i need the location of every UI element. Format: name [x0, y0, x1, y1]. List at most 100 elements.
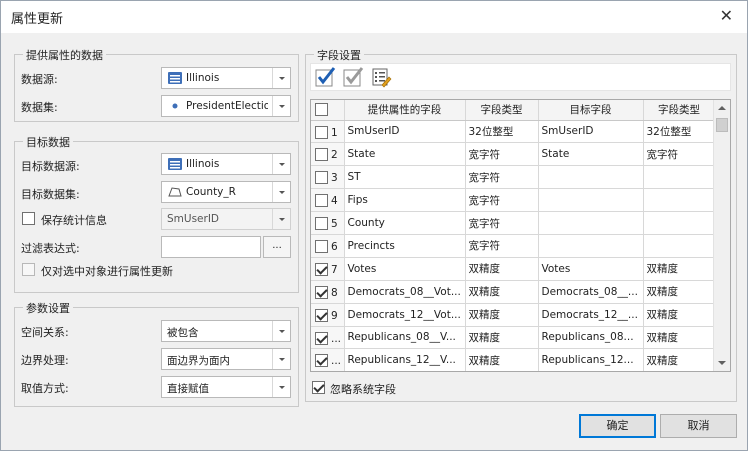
header-select-checkbox[interactable]: [315, 103, 328, 116]
select-all-icon[interactable]: [314, 66, 336, 88]
target-datasource-combo[interactable]: Illinois: [161, 153, 291, 175]
row-header[interactable]: 2: [311, 142, 345, 167]
scroll-up-icon[interactable]: [718, 106, 726, 110]
table-cell[interactable]: County: [344, 211, 466, 235]
table-cell[interactable]: Fips: [344, 188, 466, 213]
table-cell[interactable]: Republicans_12__V...: [344, 348, 466, 371]
scroll-thumb[interactable]: [716, 118, 728, 132]
table-cell[interactable]: Democrats_12__...: [538, 303, 644, 327]
table-row[interactable]: 6 Precincts 宽字符: [311, 234, 716, 258]
unselect-all-icon[interactable]: [342, 66, 364, 88]
row-checkbox[interactable]: [315, 217, 328, 231]
row-header[interactable]: 6: [311, 234, 345, 258]
table-cell[interactable]: Democrats_08__...: [538, 280, 644, 304]
row-checkbox[interactable]: [315, 354, 328, 368]
table-cell[interactable]: 32位整型: [465, 120, 539, 144]
table-cell[interactable]: 宽字符: [465, 234, 539, 258]
filter-input[interactable]: [161, 236, 261, 258]
table-cell[interactable]: [643, 165, 716, 190]
header-select-cell[interactable]: [311, 100, 345, 121]
row-checkbox[interactable]: [315, 194, 328, 208]
table-cell[interactable]: Democrats_08__Vot...: [344, 280, 466, 304]
table-row[interactable]: ... Republicans_08__V... 双精度 Republicans_08…: [311, 326, 716, 350]
row-checkbox[interactable]: [315, 262, 328, 276]
row-checkbox[interactable]: [315, 125, 328, 139]
table-cell[interactable]: 双精度: [465, 326, 539, 350]
row-checkbox[interactable]: [315, 285, 328, 299]
chevron-down-icon[interactable]: [272, 209, 290, 229]
table-row[interactable]: 3 ST 宽字符: [311, 165, 716, 190]
table-cell[interactable]: [538, 188, 644, 213]
table-cell[interactable]: [538, 234, 644, 258]
table-cell[interactable]: State: [538, 142, 644, 167]
table-row[interactable]: 2 State 宽字符 State 宽字符: [311, 142, 716, 167]
chevron-down-icon[interactable]: [272, 154, 290, 174]
table-row[interactable]: 5 County 宽字符: [311, 211, 716, 235]
table-cell[interactable]: 双精度: [643, 303, 716, 327]
row-checkbox[interactable]: [315, 148, 328, 162]
row-header[interactable]: 3: [311, 165, 345, 190]
column-header[interactable]: 字段类型: [643, 100, 716, 121]
table-cell[interactable]: 双精度: [465, 303, 539, 327]
stats-field-combo[interactable]: SmUserID: [161, 208, 291, 230]
table-cell[interactable]: 双精度: [465, 280, 539, 304]
table-cell[interactable]: Precincts: [344, 234, 466, 258]
row-header[interactable]: 9: [311, 303, 345, 327]
table-row[interactable]: 7 Votes 双精度 Votes 双精度: [311, 257, 716, 281]
table-cell[interactable]: [538, 211, 644, 235]
chevron-down-icon[interactable]: [272, 321, 290, 341]
table-cell[interactable]: 双精度: [465, 257, 539, 281]
table-row[interactable]: 1 SmUserID 32位整型 SmUserID 32位整型: [311, 120, 716, 144]
column-header[interactable]: 目标字段: [538, 100, 644, 121]
table-cell[interactable]: [643, 211, 716, 235]
row-checkbox[interactable]: [315, 308, 328, 322]
ignore-system-fields-checkbox[interactable]: [312, 381, 325, 394]
filter-expression-button[interactable]: ...: [263, 236, 291, 258]
table-cell[interactable]: 双精度: [643, 280, 716, 304]
table-cell[interactable]: [643, 188, 716, 213]
table-row[interactable]: 4 Fips 宽字符: [311, 188, 716, 213]
selected-only-checkbox[interactable]: [22, 263, 35, 276]
chevron-down-icon[interactable]: [272, 182, 290, 202]
table-cell[interactable]: 宽字符: [643, 142, 716, 167]
table-cell[interactable]: SmUserID: [344, 120, 466, 144]
chevron-down-icon[interactable]: [272, 68, 290, 88]
table-cell[interactable]: 宽字符: [465, 188, 539, 213]
row-header[interactable]: ...: [311, 348, 345, 371]
table-cell[interactable]: 双精度: [643, 326, 716, 350]
row-header[interactable]: 1: [311, 120, 345, 144]
table-cell[interactable]: [643, 234, 716, 258]
column-header[interactable]: 提供属性的字段: [344, 100, 466, 121]
table-cell[interactable]: 双精度: [643, 257, 716, 281]
row-checkbox[interactable]: [315, 239, 328, 253]
row-header[interactable]: 4: [311, 188, 345, 213]
row-header[interactable]: 7: [311, 257, 345, 281]
table-cell[interactable]: 宽字符: [465, 142, 539, 167]
table-cell[interactable]: 宽字符: [465, 211, 539, 235]
table-cell[interactable]: 宽字符: [465, 165, 539, 190]
table-row[interactable]: 8 Democrats_08__Vot... 双精度 Democrats_08__..…: [311, 280, 716, 304]
table-cell[interactable]: Votes: [344, 257, 466, 281]
ok-button[interactable]: 确定: [579, 414, 656, 438]
table-cell[interactable]: 双精度: [465, 348, 539, 371]
table-cell[interactable]: Votes: [538, 257, 644, 281]
table-cell[interactable]: Democrats_12__Vot...: [344, 303, 466, 327]
column-header[interactable]: 字段类型: [465, 100, 539, 121]
row-header[interactable]: 5: [311, 211, 345, 235]
table-cell[interactable]: Republicans_12...: [538, 348, 644, 371]
chevron-down-icon[interactable]: [272, 96, 290, 116]
boundary-combo[interactable]: 面边界为面内: [161, 348, 291, 370]
table-row[interactable]: 9 Democrats_12__Vot... 双精度 Democrats_12__..…: [311, 303, 716, 327]
table-cell[interactable]: Republicans_08...: [538, 326, 644, 350]
chevron-down-icon[interactable]: [272, 377, 290, 397]
save-stats-checkbox[interactable]: [22, 212, 35, 225]
row-header[interactable]: 8: [311, 280, 345, 304]
spatial-relation-combo[interactable]: 被包含: [161, 320, 291, 342]
value-mode-combo[interactable]: 直接赋值: [161, 376, 291, 398]
source-datasource-combo[interactable]: Illinois: [161, 67, 291, 89]
table-row[interactable]: ... Republicans_12__V... 双精度 Republicans_12…: [311, 348, 716, 371]
table-cell[interactable]: 双精度: [643, 348, 716, 371]
row-checkbox[interactable]: [315, 331, 328, 345]
chevron-down-icon[interactable]: [272, 349, 290, 369]
table-cell[interactable]: State: [344, 142, 466, 167]
